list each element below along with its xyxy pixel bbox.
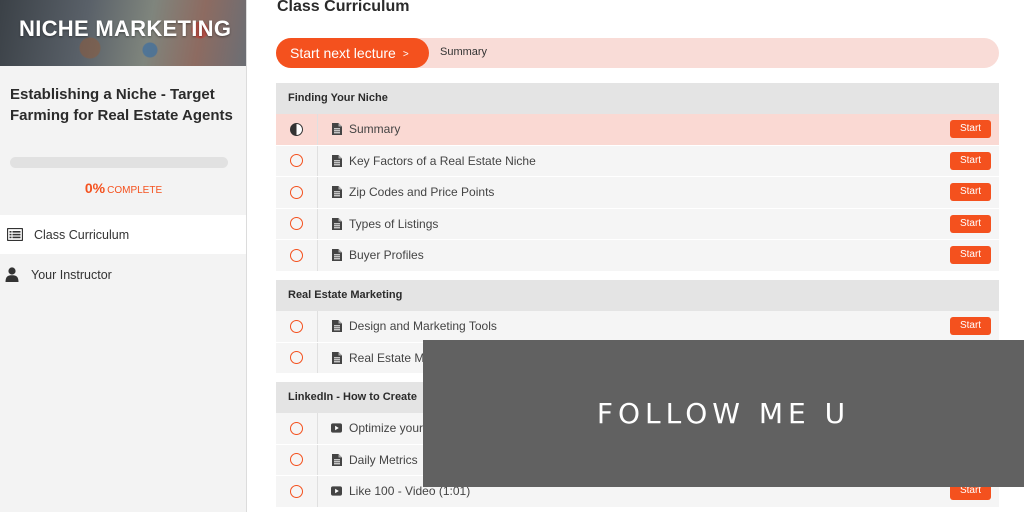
half-complete-icon xyxy=(290,122,303,136)
lecture-title: Key Factors of a Real Estate Niche xyxy=(349,153,536,168)
incomplete-circle-icon xyxy=(290,453,303,467)
status-cell xyxy=(276,240,318,271)
lecture-title: Optimize your xyxy=(349,421,424,436)
incomplete-circle-icon xyxy=(290,319,303,333)
incomplete-circle-icon xyxy=(290,154,303,168)
start-button[interactable]: Start xyxy=(950,151,991,170)
lecture-row[interactable]: Key Factors of a Real Estate Niche Start xyxy=(276,145,999,177)
lecture-row[interactable]: Design and Marketing Tools Start xyxy=(276,311,999,343)
status-cell xyxy=(276,145,318,176)
sidebar: NICHE MARKETING Establishing a Niche - T… xyxy=(0,0,247,512)
overlay-text: FOLLOW ME U xyxy=(596,397,851,430)
document-icon xyxy=(331,123,342,136)
lecture-title: Buyer Profiles xyxy=(349,248,424,263)
list-icon xyxy=(7,227,23,243)
status-cell xyxy=(276,444,318,475)
video-icon xyxy=(331,422,342,434)
document-icon xyxy=(331,249,342,262)
lecture-title: Summary xyxy=(349,122,401,137)
progress-bar xyxy=(10,157,228,168)
video-icon xyxy=(331,485,342,497)
nav-label: Class Curriculum xyxy=(34,227,130,242)
status-cell xyxy=(276,476,318,507)
lecture-row[interactable]: Types of Listings Start xyxy=(276,208,999,240)
start-button[interactable]: Start xyxy=(950,317,991,335)
next-button-label: Start next lecture xyxy=(290,45,396,61)
incomplete-circle-icon xyxy=(290,351,303,365)
document-icon xyxy=(331,217,342,230)
nav-your-instructor[interactable]: Your Instructor xyxy=(0,255,246,294)
progress-percent: 0% xyxy=(84,180,106,196)
status-cell xyxy=(276,413,318,444)
user-icon xyxy=(4,267,20,283)
incomplete-circle-icon xyxy=(290,484,303,498)
lecture-row[interactable]: Zip Codes and Price Points Start xyxy=(276,177,999,209)
document-icon xyxy=(331,351,342,364)
banner-title: NICHE MARKETING xyxy=(19,16,232,41)
document-icon xyxy=(331,154,342,167)
start-button[interactable]: Start xyxy=(950,246,991,264)
section-header: Finding Your Niche xyxy=(276,83,999,114)
document-icon xyxy=(331,320,342,333)
lecture-row[interactable]: Summary Start xyxy=(276,114,999,146)
section-header: Real Estate Marketing xyxy=(276,280,999,311)
nav-class-curriculum[interactable]: Class Curriculum xyxy=(0,215,246,254)
progress-text: 0% COMPLETE xyxy=(0,180,247,198)
incomplete-circle-icon xyxy=(290,248,303,262)
start-button[interactable]: Start xyxy=(950,120,991,138)
start-button[interactable]: Start xyxy=(950,183,991,201)
next-lecture-bar: Start next lecture > Summary xyxy=(276,38,999,68)
section-finding-your-niche: Finding Your Niche Summary Start Key Fac… xyxy=(276,83,999,272)
document-icon xyxy=(331,186,342,199)
start-next-lecture-button[interactable]: Start next lecture > xyxy=(276,38,429,68)
lecture-title: Zip Codes and Price Points xyxy=(349,185,495,200)
lecture-title: Daily Metrics xyxy=(349,452,418,467)
start-button[interactable]: Start xyxy=(950,214,991,233)
promo-overlay: FOLLOW ME U xyxy=(423,340,1024,487)
nav-label: Your Instructor xyxy=(31,267,112,282)
incomplete-circle-icon xyxy=(290,421,303,435)
incomplete-circle-icon xyxy=(290,185,303,199)
status-cell xyxy=(276,342,318,373)
lecture-row[interactable]: Buyer Profiles Start xyxy=(276,240,999,272)
course-title: Establishing a Niche - Target Farming fo… xyxy=(10,86,233,124)
status-cell xyxy=(276,177,318,208)
progress-complete-label: COMPLETE xyxy=(107,185,163,196)
chevron-right-icon: > xyxy=(402,49,409,60)
lecture-title: Types of Listings xyxy=(349,216,439,231)
next-lecture-title: Summary xyxy=(440,46,488,58)
incomplete-circle-icon xyxy=(290,217,303,231)
lecture-title: Design and Marketing Tools xyxy=(349,319,497,334)
lecture-title: Real Estate Ma xyxy=(349,350,432,365)
course-banner: NICHE MARKETING xyxy=(0,0,246,66)
status-cell xyxy=(276,208,318,239)
status-cell xyxy=(276,311,318,342)
document-icon xyxy=(331,453,342,466)
status-cell xyxy=(276,114,318,145)
page-title: Class Curriculum xyxy=(277,0,410,15)
